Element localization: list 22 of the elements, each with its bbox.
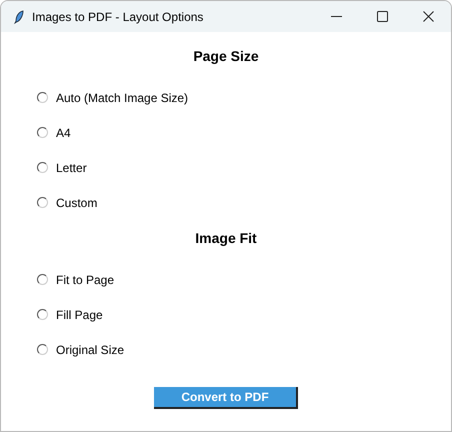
close-icon — [422, 11, 434, 22]
option-label: Letter — [56, 160, 87, 176]
option-label: Auto (Match Image Size) — [56, 90, 188, 106]
window-title: Images to PDF - Layout Options — [32, 8, 204, 26]
option-label: Fit to Page — [56, 272, 114, 288]
radio-button[interactable] — [37, 274, 48, 285]
feather-icon — [14, 10, 24, 24]
radio-button[interactable] — [37, 162, 48, 173]
radio-button[interactable] — [37, 92, 48, 103]
option-label: Custom — [56, 194, 98, 212]
convert-button[interactable]: Convert to PDF — [154, 387, 298, 409]
minimize-icon — [330, 16, 342, 17]
radio-button[interactable] — [37, 309, 48, 320]
section-heading: Page Size — [193, 47, 259, 66]
section-heading: Image Fit — [195, 229, 257, 248]
option-label: Original Size — [56, 342, 124, 358]
radio-button[interactable] — [37, 197, 48, 208]
option-label: Fill Page — [56, 306, 103, 324]
maximize-icon — [376, 11, 388, 22]
radio-button[interactable] — [37, 344, 48, 355]
radio-button[interactable] — [37, 127, 48, 138]
option-label: A4 — [56, 124, 71, 142]
